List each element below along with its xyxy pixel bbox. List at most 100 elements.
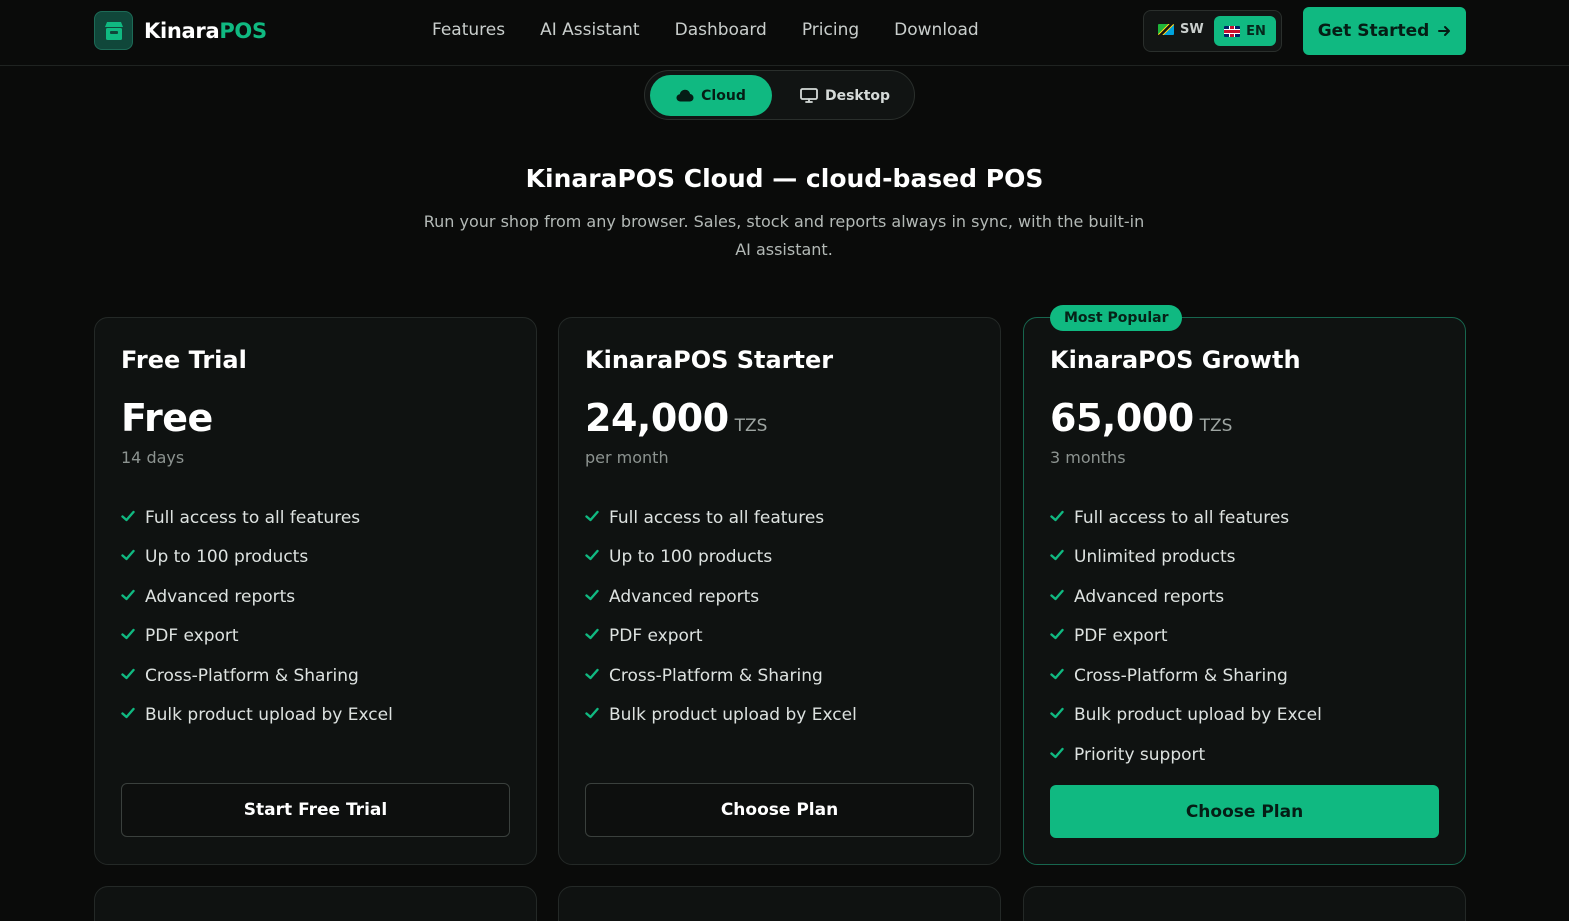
check-icon	[1050, 708, 1064, 719]
lang-sw-label: SW	[1180, 22, 1204, 37]
get-started-button[interactable]: Get Started	[1303, 7, 1466, 55]
feature-item: Cross-Platform & Sharing	[121, 656, 393, 696]
check-icon	[121, 510, 135, 521]
feature-text: Bulk product upload by Excel	[609, 705, 857, 726]
check-icon	[1050, 510, 1064, 521]
feature-text: Full access to all features	[609, 507, 825, 528]
tanzania-flag-icon	[1158, 24, 1174, 35]
check-icon	[585, 589, 599, 600]
check-icon	[121, 708, 135, 719]
choose-plan-growth-button[interactable]: Choose Plan	[1050, 785, 1439, 838]
feature-text: Cross-Platform & Sharing	[145, 665, 359, 686]
plan-amount: Free	[121, 396, 213, 440]
plan-name: KinaraPOS Starter	[585, 346, 834, 374]
feature-text: Unlimited products	[1074, 547, 1236, 568]
plan-price: 65,000 TZS	[1050, 396, 1232, 440]
feature-text: PDF export	[609, 626, 703, 647]
feature-text: Up to 100 products	[145, 547, 309, 568]
plan-card-growth: Most Popular KinaraPOS Growth 65,000 TZS…	[1023, 305, 1466, 865]
plan-features: Full access to all features Up to 100 pr…	[585, 498, 857, 735]
choose-plan-starter-button[interactable]: Choose Plan	[585, 783, 974, 837]
page-subtitle: Run your shop from any browser. Sales, s…	[423, 212, 1145, 259]
top-navbar: KinaraPOS Features AI Assistant Dashboar…	[0, 0, 1569, 66]
feature-text: Cross-Platform & Sharing	[1074, 665, 1288, 686]
plan-currency: TZS	[1199, 416, 1233, 436]
feature-item: Full access to all features	[585, 498, 857, 538]
feature-item: Advanced reports	[585, 577, 857, 617]
check-icon	[121, 668, 135, 679]
check-icon	[121, 550, 135, 561]
nav-link-ai-assistant[interactable]: AI Assistant	[540, 20, 640, 40]
plan-card-row2-2	[558, 886, 1001, 921]
deployment-toggle: Cloud Desktop	[644, 70, 915, 120]
check-icon	[1050, 668, 1064, 679]
check-icon	[1050, 747, 1064, 758]
plan-name: KinaraPOS Growth	[1050, 346, 1301, 374]
page-title: KinaraPOS Cloud — cloud-based POS	[525, 164, 1044, 193]
feature-text: Bulk product upload by Excel	[145, 705, 393, 726]
check-icon	[121, 589, 135, 600]
plan-price: 24,000 TZS	[585, 396, 767, 440]
plan-features: Full access to all features Up to 100 pr…	[121, 498, 393, 735]
lang-en-label: EN	[1246, 23, 1266, 39]
check-icon	[585, 510, 599, 521]
feature-item: Bulk product upload by Excel	[1050, 696, 1322, 736]
feature-item: PDF export	[585, 617, 857, 657]
plan-currency: TZS	[734, 416, 768, 436]
plan-name: Free Trial	[121, 346, 247, 374]
nav-link-pricing[interactable]: Pricing	[802, 20, 859, 40]
feature-text: PDF export	[145, 626, 239, 647]
plan-amount: 24,000	[585, 396, 729, 440]
plan-period: 3 months	[1050, 448, 1126, 467]
feature-text: Advanced reports	[609, 586, 760, 607]
feature-item: Full access to all features	[121, 498, 393, 538]
feature-text: Advanced reports	[145, 586, 296, 607]
check-icon	[1050, 629, 1064, 640]
feature-text: Advanced reports	[1074, 586, 1225, 607]
feature-item: Priority support	[1050, 735, 1322, 775]
brand-name-primary: Kinara	[144, 18, 220, 43]
check-icon	[121, 629, 135, 640]
feature-item: Bulk product upload by Excel	[121, 696, 393, 736]
feature-text: Full access to all features	[145, 507, 361, 528]
toggle-desktop[interactable]: Desktop	[795, 75, 895, 116]
lang-option-en[interactable]: EN	[1214, 16, 1276, 46]
store-icon	[94, 11, 133, 50]
check-icon	[1050, 550, 1064, 561]
plan-features: Full access to all features Unlimited pr…	[1050, 498, 1322, 775]
language-switcher: SW EN	[1143, 10, 1282, 52]
lang-option-sw[interactable]: SW	[1158, 22, 1204, 37]
start-free-trial-button[interactable]: Start Free Trial	[121, 783, 510, 837]
check-icon	[1050, 589, 1064, 600]
nav-link-dashboard[interactable]: Dashboard	[675, 20, 767, 40]
feature-item: Bulk product upload by Excel	[585, 696, 857, 736]
feature-text: Bulk product upload by Excel	[1074, 705, 1322, 726]
feature-item: PDF export	[1050, 617, 1322, 657]
feature-item: Cross-Platform & Sharing	[585, 656, 857, 696]
feature-item: Cross-Platform & Sharing	[1050, 656, 1322, 696]
most-popular-badge: Most Popular	[1050, 305, 1183, 331]
plan-price: Free	[121, 396, 213, 440]
brand-logo[interactable]: KinaraPOS	[94, 11, 267, 50]
feature-item: Unlimited products	[1050, 538, 1322, 578]
plan-card-row2-3	[1023, 886, 1466, 921]
nav-link-features[interactable]: Features	[432, 20, 505, 40]
plan-card-row2-1	[94, 886, 537, 921]
check-icon	[585, 668, 599, 679]
monitor-icon	[800, 88, 818, 103]
feature-text: Full access to all features	[1074, 507, 1290, 528]
toggle-cloud[interactable]: Cloud	[650, 75, 772, 116]
nav-links: Features AI Assistant Dashboard Pricing …	[432, 20, 1014, 40]
plan-card-starter: KinaraPOS Starter 24,000 TZS per month F…	[558, 317, 1001, 865]
uk-flag-icon	[1224, 25, 1241, 37]
plan-amount: 65,000	[1050, 396, 1194, 440]
brand-name-accent: POS	[219, 18, 267, 43]
feature-text: Priority support	[1074, 744, 1206, 765]
get-started-label: Get Started	[1317, 21, 1430, 41]
feature-item: Up to 100 products	[121, 538, 393, 578]
feature-text: PDF export	[1074, 626, 1168, 647]
cloud-icon	[676, 89, 694, 102]
feature-item: Advanced reports	[1050, 577, 1322, 617]
feature-item: Advanced reports	[121, 577, 393, 617]
nav-link-download[interactable]: Download	[894, 20, 979, 40]
